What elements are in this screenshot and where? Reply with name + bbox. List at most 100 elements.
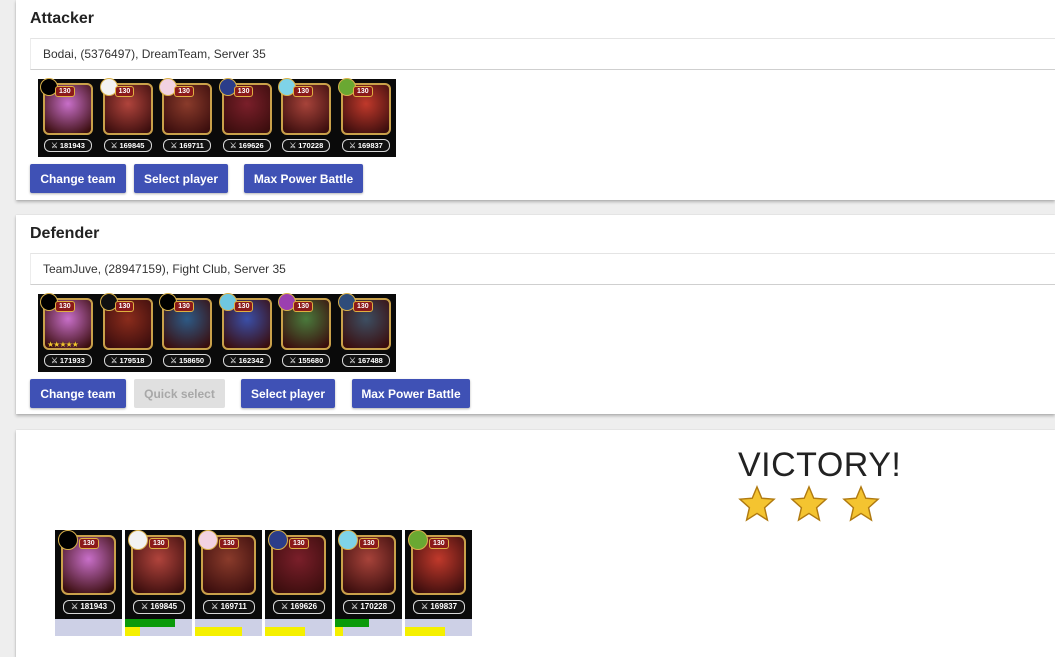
hero-level-badge: 130 [352,301,373,312]
hero-power: ⚔ 170228 [282,139,331,152]
hero-level-badge: 130 [174,301,194,312]
hero-power: ⚔ 169711 [203,600,255,614]
hero-level-badge: 130 [55,301,75,312]
result-hero-card: 130 ⚔ 169837 [405,530,472,636]
defender-max-power-battle-button[interactable]: Max Power Battle [352,379,470,408]
hero-level-badge: 130 [429,538,449,549]
hero-power-value: 169626 [238,141,264,150]
sword-icon: ⚔ [289,141,297,150]
defender-select-player-button[interactable]: Select player [241,379,335,408]
hero-card[interactable]: 130 ⚔ 162342 [217,293,277,372]
result-hero-card: 130 ⚔ 181943 [55,530,122,636]
hero-level-badge: 130 [233,86,254,97]
hero-power: ⚔ 169845 [133,600,185,614]
result-hero-card: 130 ⚔ 169711 [195,530,262,636]
hero-power-value: 170228 [298,141,324,150]
result-hero-card: 130 ⚔ 170228 [335,530,402,636]
attacker-panel: Attacker Bodai, (5376497), DreamTeam, Se… [16,0,1055,200]
hero-emblem-icon [338,530,358,550]
hero-level-badge: 130 [55,86,75,97]
hero-card[interactable]: 130 ⚔ 169711 [157,78,217,157]
hero-card[interactable]: 130 ⚔ 179518 [98,293,158,372]
sword-icon: ⚔ [280,602,291,611]
sword-icon: ⚔ [211,602,221,611]
defender-title: Defender [30,225,100,242]
hero-card[interactable]: 130 ⚔ 169837 [336,78,396,157]
hero-status-bars [55,619,122,636]
energy-bar [335,627,344,636]
hero-power-value: 169845 [119,141,145,150]
sword-icon: ⚔ [350,602,361,611]
hero-power-value: 179518 [119,356,145,365]
hero-card[interactable]: 130 ⚔ 181943 [38,78,98,157]
hero-card[interactable]: 130 ⚔ 158650 [157,293,217,372]
victory-stars [738,484,880,522]
hero-power-value: 162342 [238,356,264,365]
defender-quick-select-button[interactable]: Quick select [134,379,225,408]
star-icon [738,484,776,522]
sword-icon: ⚔ [349,356,356,365]
hero-stars: ★★★★★ [47,340,79,349]
hero-power: ⚔ 158650 [163,354,212,367]
hero-emblem-icon [198,530,218,550]
result-hero-image: 130 ⚔ 169845 [125,530,192,619]
sword-icon: ⚔ [70,602,81,611]
hero-emblem-icon [408,530,428,550]
victory-text: VICTORY! [738,446,902,484]
hero-level-badge: 130 [174,86,194,97]
hero-power-value: 169711 [220,602,247,611]
attacker-max-power-battle-button[interactable]: Max Power Battle [244,164,363,193]
hero-level-badge: 130 [233,301,254,312]
hero-status-bars [405,619,472,636]
star-icon [790,484,828,522]
result-hero-image: 130 ⚔ 170228 [335,530,402,619]
energy-bar [195,627,242,636]
attacker-team-strip[interactable]: 130 ⚔ 181943 130 ⚔ 169845 130 ⚔ 169711 130 ⚔ 169626… [38,78,396,157]
hero-card[interactable]: 130 ⚔ 169845 [98,78,158,157]
hero-power-value: 169837 [357,141,383,150]
hero-power: ⚔ 170228 [343,600,395,614]
hero-power: ⚔ 167488 [341,354,390,367]
sword-icon: ⚔ [51,356,58,365]
hero-card[interactable]: 130 ★★★★★ ⚔ 171933 [38,293,98,372]
attacker-change-team-button[interactable]: Change team [30,164,126,193]
hero-power: ⚔ 169837 [341,139,390,152]
attacker-select-player-button[interactable]: Select player [134,164,228,193]
hero-level-badge: 130 [359,538,379,549]
hero-level-badge: 130 [114,86,135,97]
attacker-title: Attacker [30,10,95,27]
attacker-player-field[interactable]: Bodai, (5376497), DreamTeam, Server 35 [30,38,1055,70]
hero-card[interactable]: 130 ⚔ 167488 [336,293,396,372]
hp-bar [335,619,369,627]
hero-power: ⚔ 179518 [103,354,152,367]
sword-icon: ⚔ [51,141,58,150]
hero-power: ⚔ 162342 [222,354,271,367]
hero-power: ⚔ 181943 [63,600,115,614]
hero-level-badge: 130 [79,538,99,549]
result-hero-image: 130 ⚔ 181943 [55,530,122,619]
energy-bar [405,627,446,636]
defender-change-team-button[interactable]: Change team [30,379,126,408]
defender-team-strip[interactable]: 130 ★★★★★ ⚔ 171933 130 ⚔ 179518 130 ⚔ 158650 130 ⚔ 1… [38,293,396,372]
defender-panel: Defender TeamJuve, (28947159), Fight Clu… [16,215,1055,414]
energy-bar [265,627,306,636]
sword-icon: ⚔ [110,356,118,365]
hero-power: ⚔ 169711 [163,139,212,152]
sword-icon: ⚔ [140,602,151,611]
hero-power-value: 171933 [59,356,85,365]
defender-player-field[interactable]: TeamJuve, (28947159), Fight Club, Server… [30,253,1055,285]
result-team-strip: 130 ⚔ 181943 130 ⚔ 169845 130 ⚔ 169711 130 ⚔ 16… [55,530,472,636]
star-icon [842,484,880,522]
hero-card[interactable]: 130 ⚔ 155680 [276,293,336,372]
hero-emblem-icon [268,530,288,550]
hero-status-bars [335,619,402,636]
hero-power-value: 181943 [80,602,108,611]
hero-card[interactable]: 130 ⚔ 170228 [276,78,336,157]
hero-card[interactable]: 130 ⚔ 169626 [217,78,277,157]
energy-bar [125,627,140,636]
hero-power-value: 169845 [150,602,178,611]
sword-icon: ⚔ [110,141,118,150]
hero-power-value: 169711 [179,141,204,150]
sword-icon: ⚔ [289,356,297,365]
result-hero-image: 130 ⚔ 169837 [405,530,472,619]
